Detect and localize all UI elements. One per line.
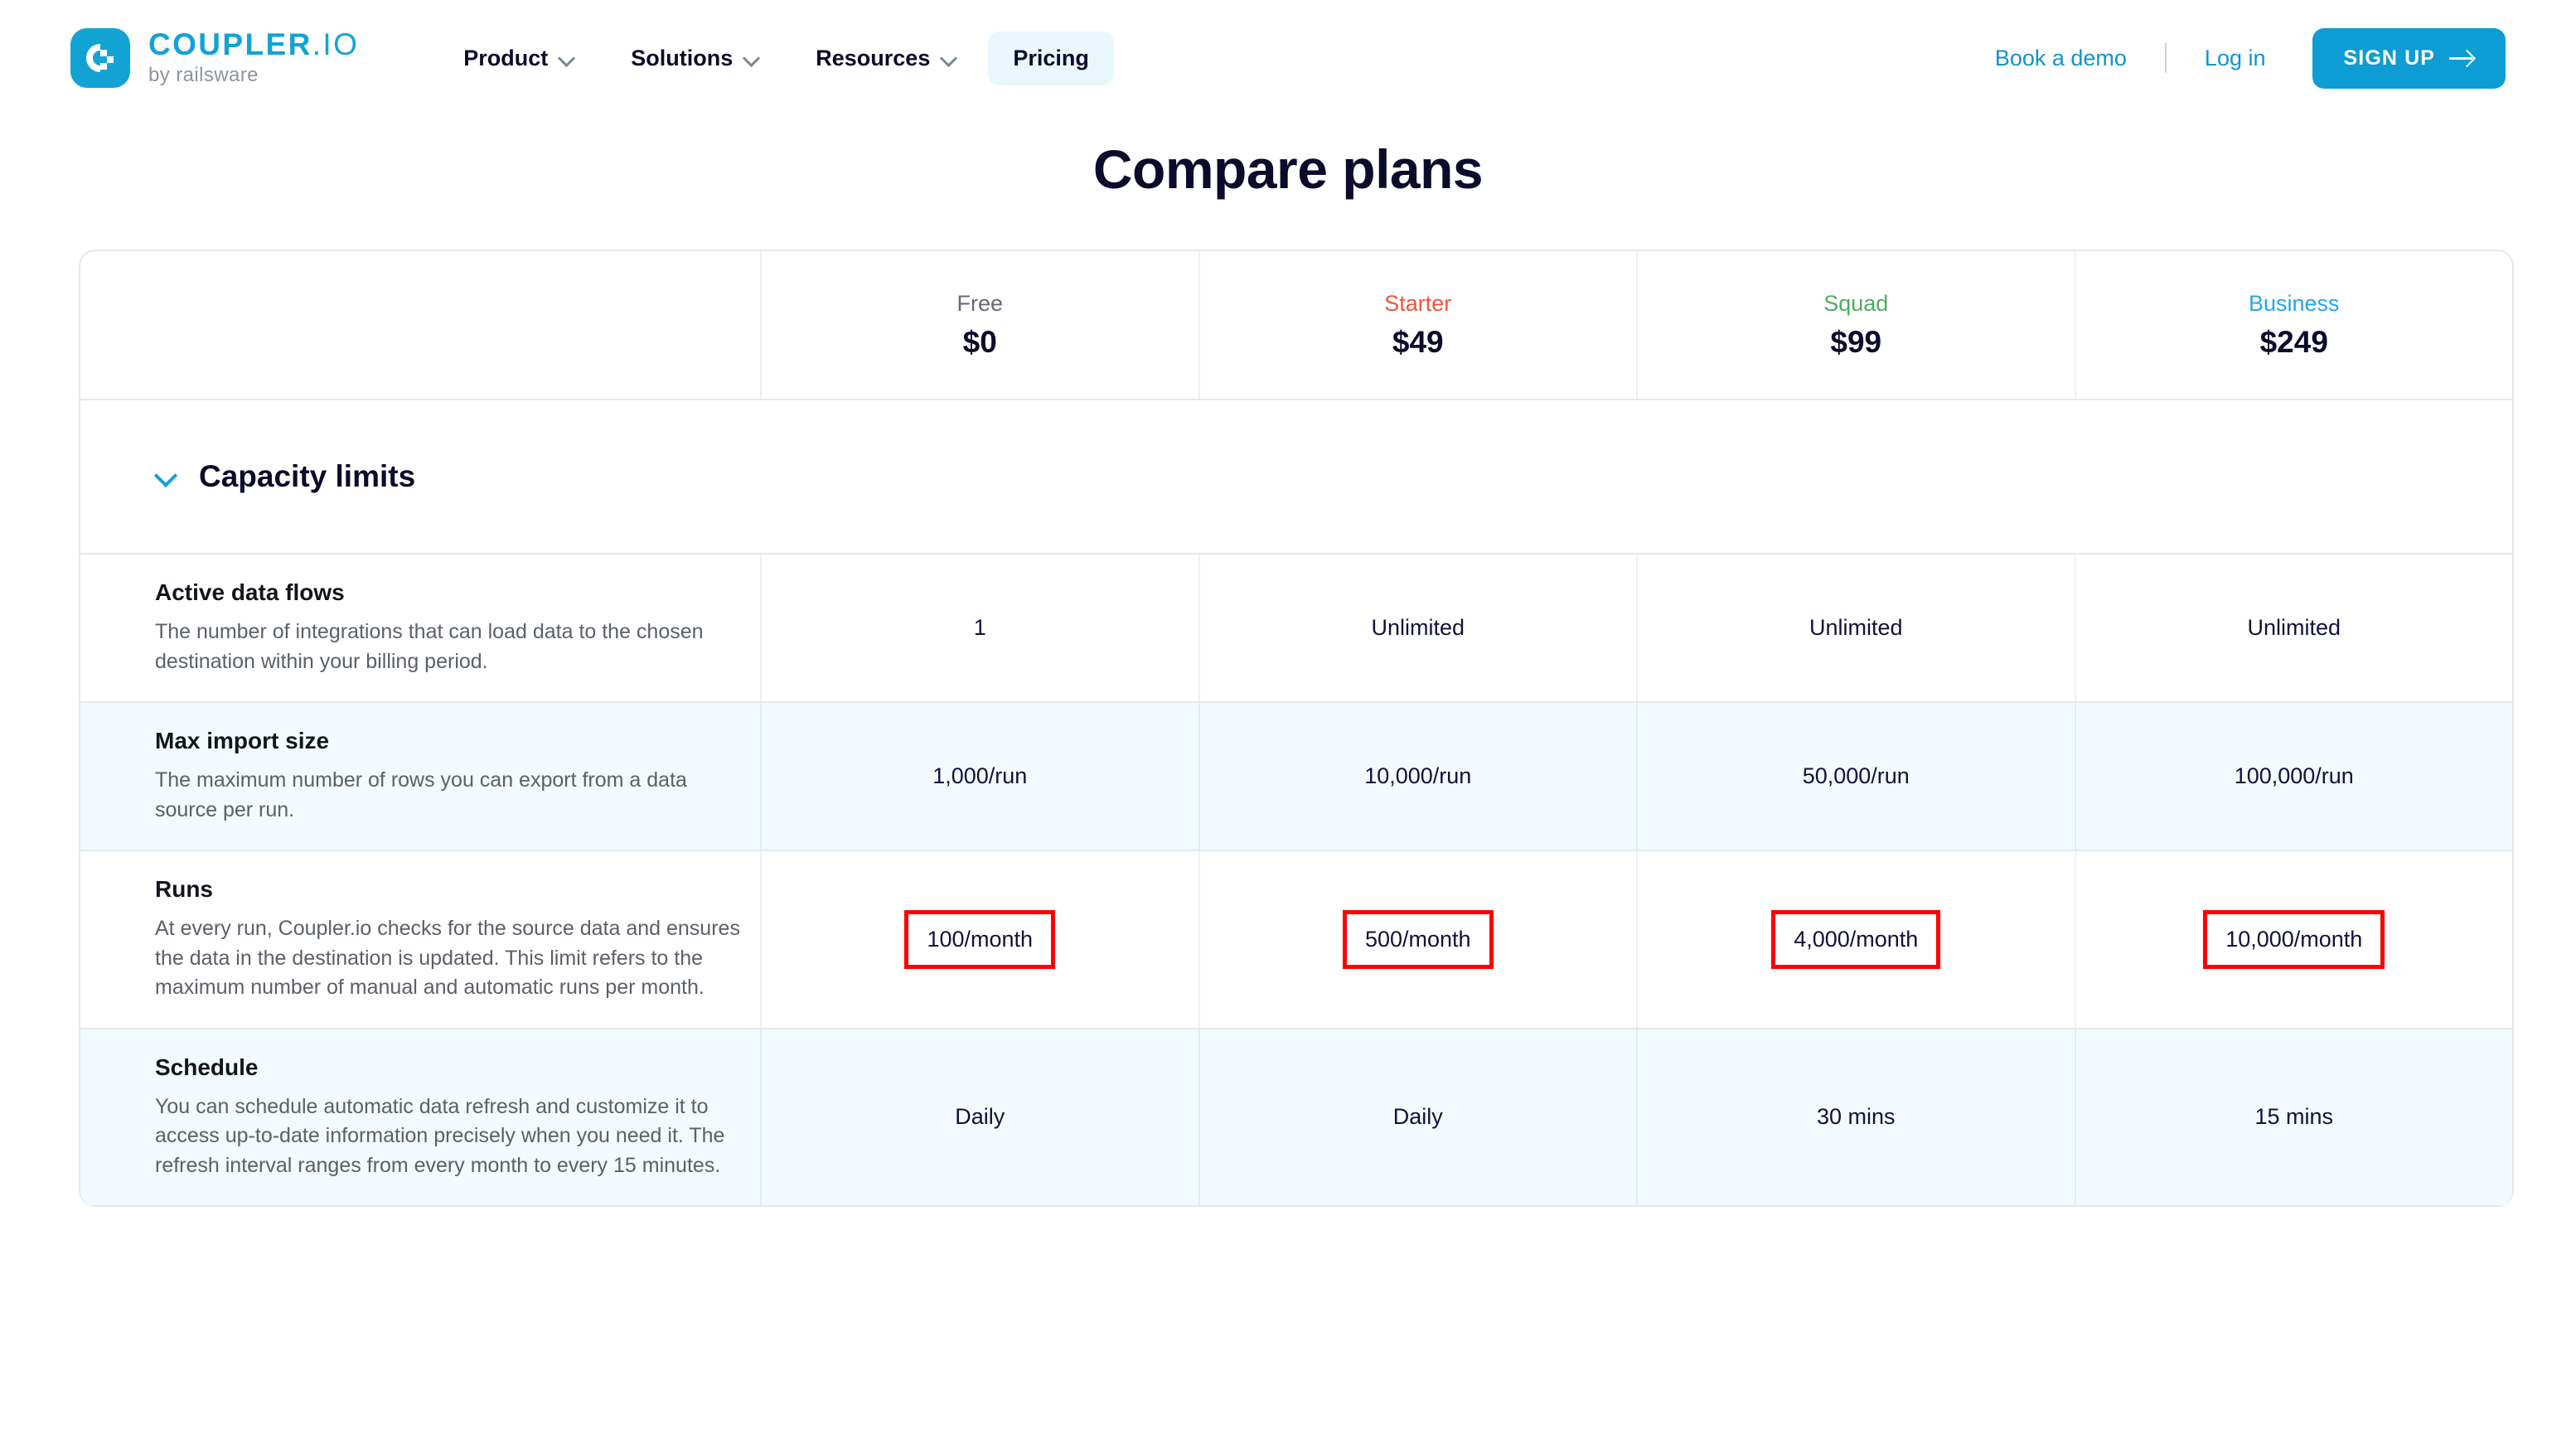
feature-value-cell-business: 15 mins — [2074, 1029, 2513, 1205]
feature-value: Daily — [1392, 1104, 1443, 1130]
feature-value: Unlimited — [1809, 615, 1903, 640]
feature-title: Max import size — [155, 728, 330, 753]
chevron-down-icon — [559, 51, 574, 66]
feature-value-cell-business: 100,000/run — [2074, 703, 2513, 850]
site-header: COUPLER.IO by railsware Product Solution… — [0, 0, 2576, 116]
feature-row-runs: Runs At every run, Coupler.io checks for … — [80, 851, 2512, 1029]
feature-value-cell-free: 100/month — [760, 851, 1198, 1028]
brand-tagline: by railsware — [148, 64, 259, 87]
feature-description: At every run, Coupler.io checks for the … — [155, 917, 740, 999]
feature-row-schedule: Schedule You can schedule automatic data … — [80, 1029, 2513, 1207]
feature-value-cell-starter: Daily — [1198, 1029, 1637, 1205]
feature-value-cell-free: 1,000/run — [760, 703, 1198, 850]
section-header-row-capacity-limits[interactable]: Capacity limits — [80, 400, 2512, 555]
main-navigation: Product Solutions Resources Pricing — [438, 31, 1114, 85]
nav-item-label: Product — [463, 45, 549, 70]
feature-title: Active data flows — [155, 579, 345, 605]
plan-column-squad: Squad $99 — [1636, 251, 2075, 399]
feature-value: 1,000/run — [932, 763, 1028, 788]
section-title: Capacity limits — [199, 459, 416, 493]
brand-logo[interactable]: COUPLER.IO by railsware — [70, 28, 359, 88]
plan-column-free: Free $0 — [760, 251, 1198, 399]
feature-value-cell-squad: 30 mins — [1636, 1029, 2075, 1205]
plan-column-business: Business $249 — [2074, 251, 2513, 399]
table-header-row: Free $0 Starter $49 Squad $99 Business $… — [80, 251, 2512, 400]
plan-name: Squad — [1823, 290, 1889, 316]
feature-value: 50,000/run — [1802, 763, 1910, 788]
feature-description: The number of integrations that can load… — [155, 620, 704, 673]
brand-name: COUPLER.IO — [148, 27, 360, 62]
feature-title: Runs — [155, 876, 213, 902]
book-demo-link[interactable]: Book a demo — [1995, 46, 2127, 71]
feature-label-cell: Active data flows The number of integrati… — [80, 555, 760, 701]
feature-value: 15 mins — [2254, 1104, 2334, 1130]
feature-value: 1 — [973, 615, 986, 640]
nav-item-label: Solutions — [631, 45, 734, 70]
feature-value: Daily — [955, 1104, 1005, 1130]
brand-name-main: COUPLER — [148, 27, 312, 62]
nav-item-product[interactable]: Product — [438, 31, 599, 85]
plan-comparison-table: Free $0 Starter $49 Squad $99 Business $… — [79, 249, 2514, 1207]
signup-button[interactable]: SIGN UP — [2312, 27, 2506, 89]
chevron-down-icon — [941, 51, 956, 66]
chevron-down-icon — [743, 51, 759, 66]
signup-button-label: SIGN UP — [2343, 46, 2435, 70]
nav-item-solutions[interactable]: Solutions — [606, 31, 784, 85]
nav-item-label: Pricing — [1013, 45, 1089, 70]
feature-value-cell-starter: 500/month — [1198, 851, 1637, 1028]
feature-value: Unlimited — [2247, 615, 2341, 640]
feature-value-cell-squad: 50,000/run — [1636, 703, 2075, 850]
highlighted-value: 500/month — [1342, 909, 1494, 969]
feature-value: 100,000/run — [2234, 763, 2354, 788]
plan-price: $249 — [2259, 324, 2328, 359]
plan-name: Starter — [1384, 290, 1452, 316]
feature-label-cell: Schedule You can schedule automatic data … — [80, 1029, 760, 1206]
table-header-blank-cell — [80, 251, 760, 399]
plan-price: $99 — [1830, 324, 1882, 359]
login-link[interactable]: Log in — [2205, 46, 2266, 71]
feature-value-cell-business: Unlimited — [2074, 555, 2513, 701]
plan-name: Business — [2248, 290, 2340, 316]
highlighted-value: 100/month — [904, 909, 1056, 969]
plan-price: $49 — [1392, 324, 1444, 359]
header-actions: Book a demo Log in SIGN UP — [1995, 27, 2506, 89]
brand-name-tld: .IO — [312, 27, 360, 62]
highlighted-value: 4,000/month — [1771, 909, 1941, 969]
feature-value-cell-squad: Unlimited — [1636, 555, 2075, 701]
plan-column-starter: Starter $49 — [1198, 251, 1637, 399]
plan-name: Free — [956, 290, 1004, 316]
plan-price: $0 — [962, 324, 997, 359]
highlighted-value: 10,000/month — [2203, 909, 2385, 969]
chevron-down-icon[interactable] — [155, 466, 177, 487]
nav-item-pricing[interactable]: Pricing — [988, 31, 1114, 85]
feature-value-cell-starter: Unlimited — [1198, 555, 1637, 701]
coupler-logo-icon — [70, 28, 130, 88]
feature-value-cell-starter: 10,000/run — [1198, 703, 1637, 850]
feature-label-cell: Max import size The maximum number of row… — [80, 703, 760, 850]
feature-value-cell-free: 1 — [760, 555, 1198, 701]
feature-label-cell: Runs At every run, Coupler.io checks for … — [80, 851, 760, 1028]
feature-value: 10,000/run — [1364, 763, 1472, 788]
page-title: Compare plans — [1092, 138, 1484, 200]
feature-value-cell-free: Daily — [760, 1029, 1198, 1205]
nav-item-label: Resources — [816, 45, 931, 70]
feature-description: You can schedule automatic data refresh … — [155, 1094, 725, 1177]
feature-value-cell-squad: 4,000/month — [1636, 851, 2075, 1028]
feature-row-max-import-size: Max import size The maximum number of row… — [80, 703, 2512, 851]
feature-description: The maximum number of rows you can expor… — [155, 768, 687, 821]
feature-rows-container: Active data flows The number of integrati… — [80, 555, 2512, 1207]
feature-value: 30 mins — [1816, 1104, 1896, 1130]
feature-value-cell-business: 10,000/month — [2074, 851, 2513, 1028]
nav-item-resources[interactable]: Resources — [791, 31, 981, 85]
arrow-right-icon — [2449, 49, 2474, 67]
feature-row-active-data-flows: Active data flows The number of integrati… — [80, 555, 2512, 703]
feature-value: Unlimited — [1371, 615, 1465, 640]
feature-title: Schedule — [155, 1054, 259, 1080]
header-divider — [2164, 43, 2167, 73]
